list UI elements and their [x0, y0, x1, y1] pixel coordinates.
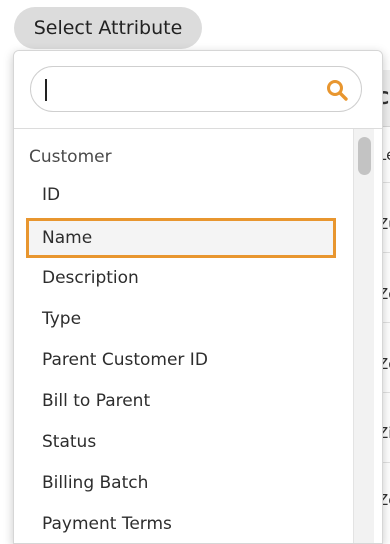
- attribute-dropdown: Customer ID Name Description Type Parent…: [13, 50, 383, 544]
- list-item-billing-batch[interactable]: Billing Batch: [26, 463, 336, 503]
- scrollbar-thumb[interactable]: [358, 137, 371, 175]
- list-item-parent-customer-id[interactable]: Parent Customer ID: [26, 340, 336, 380]
- attribute-list: Customer ID Name Description Type Parent…: [14, 129, 382, 543]
- list-item-description[interactable]: Description: [26, 258, 336, 298]
- list-item-payment-terms[interactable]: Payment Terms: [26, 504, 336, 543]
- list-item-bill-to-parent[interactable]: Bill to Parent: [26, 381, 336, 421]
- search-area: [14, 51, 382, 129]
- list-item-status[interactable]: Status: [26, 422, 336, 462]
- list-item-name[interactable]: Name: [26, 218, 336, 258]
- search-box[interactable]: [30, 66, 362, 112]
- list-item-id[interactable]: ID: [26, 175, 336, 215]
- scrollbar[interactable]: [353, 129, 374, 543]
- group-header: Customer: [29, 147, 112, 167]
- select-attribute-button[interactable]: Select Attribute: [14, 7, 202, 49]
- search-input[interactable]: [43, 73, 313, 105]
- search-icon[interactable]: [325, 78, 349, 102]
- text-caret: [45, 79, 47, 101]
- list-item-type[interactable]: Type: [26, 299, 336, 339]
